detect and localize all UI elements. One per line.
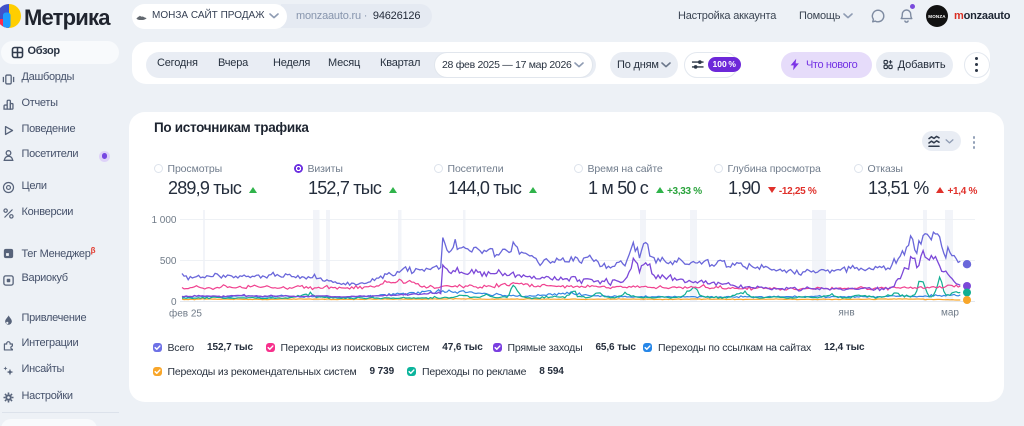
svg-text:мар: мар <box>941 308 959 319</box>
svg-text:1 000: 1 000 <box>151 215 176 226</box>
svg-text:фев 25: фев 25 <box>169 308 202 320</box>
svg-text:0: 0 <box>171 297 177 308</box>
svg-text:500: 500 <box>160 256 177 267</box>
svg-text:янв: янв <box>838 308 854 319</box>
